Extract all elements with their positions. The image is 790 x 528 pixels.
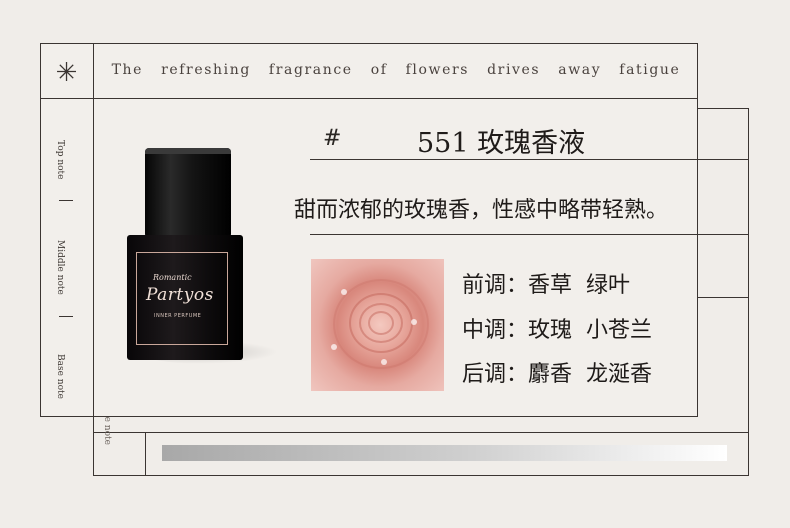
- product-title: 551 玫瑰香液: [417, 128, 586, 159]
- side-divider: [93, 43, 94, 417]
- bottle-cap-top: [145, 148, 231, 154]
- asterisk-icon: ✳: [55, 58, 78, 88]
- note-label: 中调: [462, 318, 507, 343]
- middle-note-label: Middle note: [55, 240, 65, 295]
- note-row-top: 前调：香草 绿叶: [462, 273, 631, 298]
- back-card-divider: [93, 432, 749, 433]
- back-card-row-line: [698, 297, 749, 298]
- product-description: 甜而浓郁的玫瑰香，性感中略带轻熟。: [294, 198, 669, 223]
- bottle-cap: [145, 148, 231, 236]
- hash-symbol: #: [323, 126, 342, 151]
- note-label: 前调: [462, 273, 507, 298]
- note-value: 麝香 龙涎香: [528, 362, 653, 387]
- description-divider: [310, 234, 749, 235]
- note-row-middle: 中调：玫瑰 小苍兰: [462, 318, 653, 343]
- bottle-brand-line3: INNER PERFUME: [154, 313, 202, 319]
- header-divider: [40, 98, 698, 99]
- bottle-brand-line1: Romantic: [153, 273, 192, 282]
- base-note-label: Base note: [55, 354, 65, 399]
- bottle-brand-line2: Partyos: [146, 285, 214, 305]
- note-value: 香草 绿叶: [528, 273, 631, 298]
- tagline: The refreshing fragrance of flowers driv…: [111, 62, 681, 78]
- top-note-label: Top note: [55, 140, 65, 180]
- note-row-base: 后调：麝香 龙涎香: [462, 362, 653, 387]
- back-card-side-divider: [145, 432, 146, 476]
- gradient-bar: [162, 445, 727, 461]
- rose-image: [311, 259, 444, 391]
- note-divider: [59, 200, 73, 201]
- note-value: 玫瑰 小苍兰: [528, 318, 653, 343]
- note-divider: [59, 316, 73, 317]
- note-label: 后调: [462, 362, 507, 387]
